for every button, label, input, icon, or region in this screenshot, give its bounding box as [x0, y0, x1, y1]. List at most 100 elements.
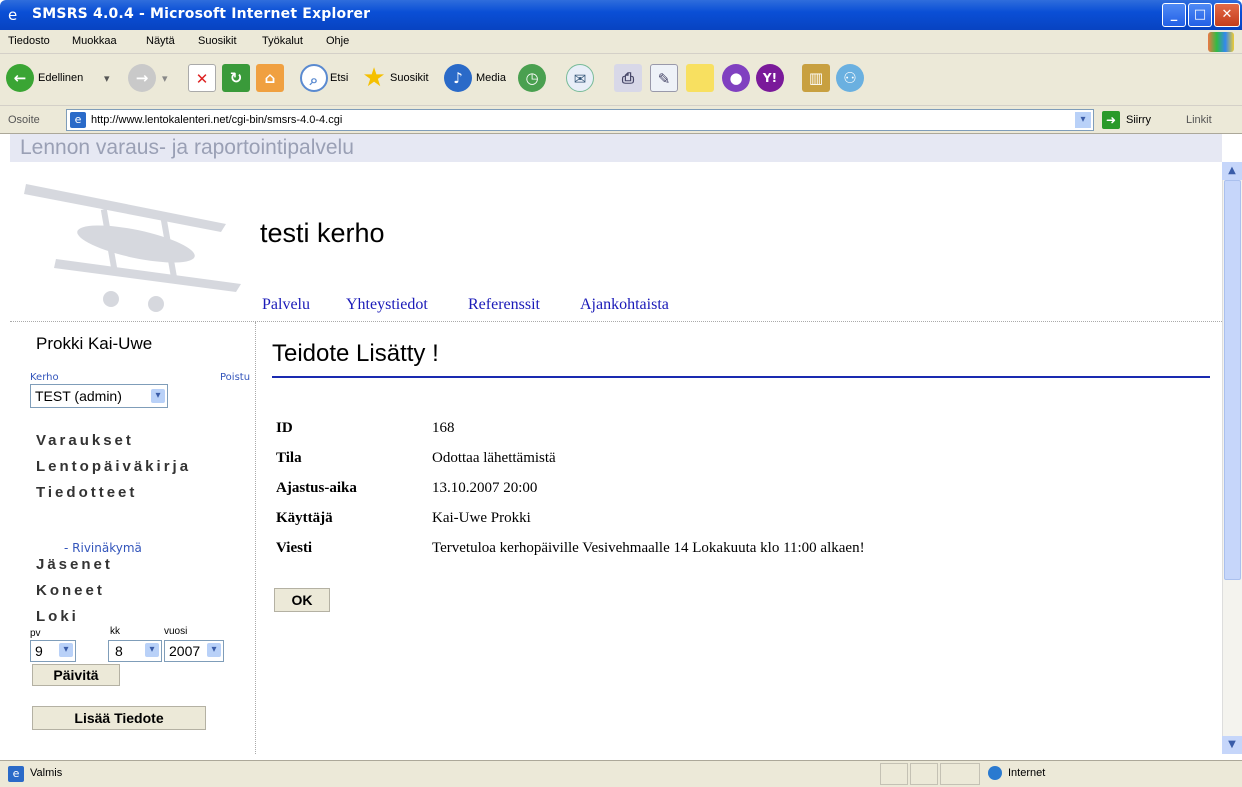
close-button[interactable]: ✕ — [1214, 3, 1240, 27]
nav-palvelu[interactable]: Palvelu — [262, 296, 310, 314]
address-input[interactable]: e http://www.lentokalenteri.net/cgi-bin/… — [66, 109, 1094, 131]
menu-koneet[interactable]: Koneet — [36, 582, 105, 599]
refresh-icon[interactable]: ↻ — [222, 64, 250, 92]
menu-bar: Tiedosto Muokkaa Näytä Suosikit Työkalut… — [0, 30, 1242, 54]
chevron-down-icon: ▾ — [59, 643, 73, 657]
logout-link[interactable]: Poistu — [220, 372, 250, 383]
day-value: 9 — [35, 643, 43, 659]
add-notice-button[interactable]: Lisää Tiedote — [32, 706, 206, 730]
mail-icon[interactable]: ✉ — [566, 64, 594, 92]
maximize-button[interactable]: □ — [1188, 3, 1212, 27]
day-select[interactable]: 9 ▾ — [30, 640, 76, 662]
scroll-up-icon[interactable]: ▲ — [1222, 162, 1242, 180]
back-arrow-icon[interactable]: ← — [6, 64, 34, 92]
menu-file[interactable]: Tiedosto — [8, 35, 50, 47]
nav-referenssit[interactable]: Referenssit — [468, 296, 540, 314]
scroll-down-icon[interactable]: ▼ — [1222, 736, 1242, 754]
menu-tiedotteet[interactable]: Tiedotteet — [36, 484, 137, 501]
biplane-logo-icon — [24, 184, 241, 312]
kerho-link[interactable]: Kerho — [30, 372, 59, 383]
sidebar: Prokki Kai-Uwe Kerho Poistu TEST (admin)… — [10, 322, 256, 754]
club-select[interactable]: TEST (admin) ▾ — [30, 384, 168, 408]
forward-dropdown-icon[interactable]: ▾ — [162, 72, 168, 85]
menu-tools[interactable]: Työkalut — [262, 35, 303, 47]
search-button-label[interactable]: Etsi — [330, 72, 348, 84]
menu-edit[interactable]: Muokkaa — [72, 35, 117, 47]
contacts-icon[interactable]: ⚇ — [836, 64, 864, 92]
vertical-scrollbar[interactable] — [1222, 180, 1242, 736]
home-icon[interactable]: ⌂ — [256, 64, 284, 92]
forward-arrow-icon[interactable]: → — [128, 64, 156, 92]
address-dropdown-icon[interactable]: ▾ — [1075, 112, 1091, 128]
address-bar: Osoite e http://www.lentokalenteri.net/c… — [0, 106, 1242, 134]
banner-title: Lennon varaus- ja raportointipalvelu — [20, 136, 354, 159]
year-label: vuosi — [164, 626, 188, 637]
refresh-button[interactable]: Päivitä — [32, 664, 120, 686]
status-pane — [910, 763, 938, 785]
back-dropdown-icon[interactable]: ▾ — [104, 72, 110, 85]
title-rule — [272, 376, 1210, 378]
minimize-button[interactable]: _ — [1162, 3, 1186, 27]
field-label-kayttaja: Käyttäjä — [276, 510, 333, 526]
address-url[interactable]: http://www.lentokalenteri.net/cgi-bin/sm… — [91, 114, 342, 126]
field-value-tila: Odottaa lähettämistä — [432, 450, 556, 466]
page-status-icon: e — [8, 766, 24, 782]
year-select[interactable]: 2007 ▾ — [164, 640, 224, 662]
yahoo-icon[interactable]: Y! — [756, 64, 784, 92]
status-text: Valmis — [30, 767, 63, 779]
notes-icon[interactable] — [686, 64, 714, 92]
address-label: Osoite — [8, 114, 40, 126]
messenger-icon[interactable]: ● — [722, 64, 750, 92]
menu-jasenet[interactable]: Jäsenet — [36, 556, 113, 573]
menu-view[interactable]: Näytä — [146, 35, 175, 47]
print-icon[interactable]: ⎙ — [614, 64, 642, 92]
page-icon: e — [70, 112, 86, 128]
field-value-viesti: Tervetuloa kerhopäiville Vesivehmaalle 1… — [432, 540, 865, 556]
nav-ajankohtaista[interactable]: Ajankohtaista — [580, 296, 669, 314]
nav-yhteystiedot[interactable]: Yhteystiedot — [346, 296, 428, 314]
banner-band: Lennon varaus- ja raportointipalvelu — [10, 134, 1222, 162]
favorites-button-label[interactable]: Suosikit — [390, 72, 429, 84]
go-arrow-icon[interactable]: ➜ — [1102, 111, 1120, 129]
month-value: 8 — [115, 643, 123, 659]
month-label: kk — [110, 626, 120, 637]
chevron-down-icon: ▾ — [151, 389, 165, 403]
field-label-viesti: Viesti — [276, 540, 313, 556]
ok-button[interactable]: OK — [274, 588, 330, 612]
month-select[interactable]: 8 ▾ — [108, 640, 162, 662]
web-page: Lennon varaus- ja raportointipalvelu tes… — [10, 134, 1222, 754]
edit-icon[interactable]: ✎ — [650, 64, 678, 92]
go-button[interactable]: Siirry — [1126, 114, 1151, 126]
menu-varaukset[interactable]: Varaukset — [36, 432, 134, 449]
status-pane — [940, 763, 980, 785]
links-button[interactable]: Linkit — [1186, 114, 1212, 126]
menu-favorites[interactable]: Suosikit — [198, 35, 237, 47]
media-button-label[interactable]: Media — [476, 72, 506, 84]
year-value: 2007 — [169, 643, 201, 659]
history-icon[interactable]: ◷ — [518, 64, 546, 92]
favorites-star-icon[interactable]: ★ — [360, 64, 388, 92]
stop-icon[interactable]: ✕ — [188, 64, 216, 92]
scroll-thumb[interactable] — [1224, 180, 1241, 580]
title-bar: e SMSRS 4.0.4 - Microsoft Internet Explo… — [0, 0, 1242, 30]
page-title: Teidote Lisätty ! — [272, 340, 439, 367]
research-icon[interactable]: ▥ — [802, 64, 830, 92]
field-value-ajastus: 13.10.2007 20:00 — [432, 480, 538, 496]
menu-loki[interactable]: Loki — [36, 608, 79, 625]
menu-lentopaivakirja[interactable]: Lentopäiväkirja — [36, 458, 191, 475]
media-icon[interactable]: ♪ — [444, 64, 472, 92]
back-button-label[interactable]: Edellinen — [38, 72, 83, 84]
day-label: pv — [30, 628, 41, 639]
windows-logo-icon — [1208, 32, 1234, 52]
status-pane — [880, 763, 908, 785]
window-title: SMSRS 4.0.4 - Microsoft Internet Explore… — [32, 6, 371, 22]
menu-help[interactable]: Ohje — [326, 35, 349, 47]
field-value-id: 168 — [432, 420, 455, 436]
search-icon[interactable]: ⌕ — [300, 64, 328, 92]
field-label-ajastus: Ajastus-aika — [276, 480, 357, 496]
chevron-down-icon: ▾ — [207, 643, 221, 657]
chevron-down-icon: ▾ — [145, 643, 159, 657]
status-bar: e Valmis Internet — [0, 760, 1242, 787]
user-name: Prokki Kai-Uwe — [36, 334, 153, 353]
menu-rivinakyma[interactable]: - Rivinäkymä — [64, 541, 142, 555]
